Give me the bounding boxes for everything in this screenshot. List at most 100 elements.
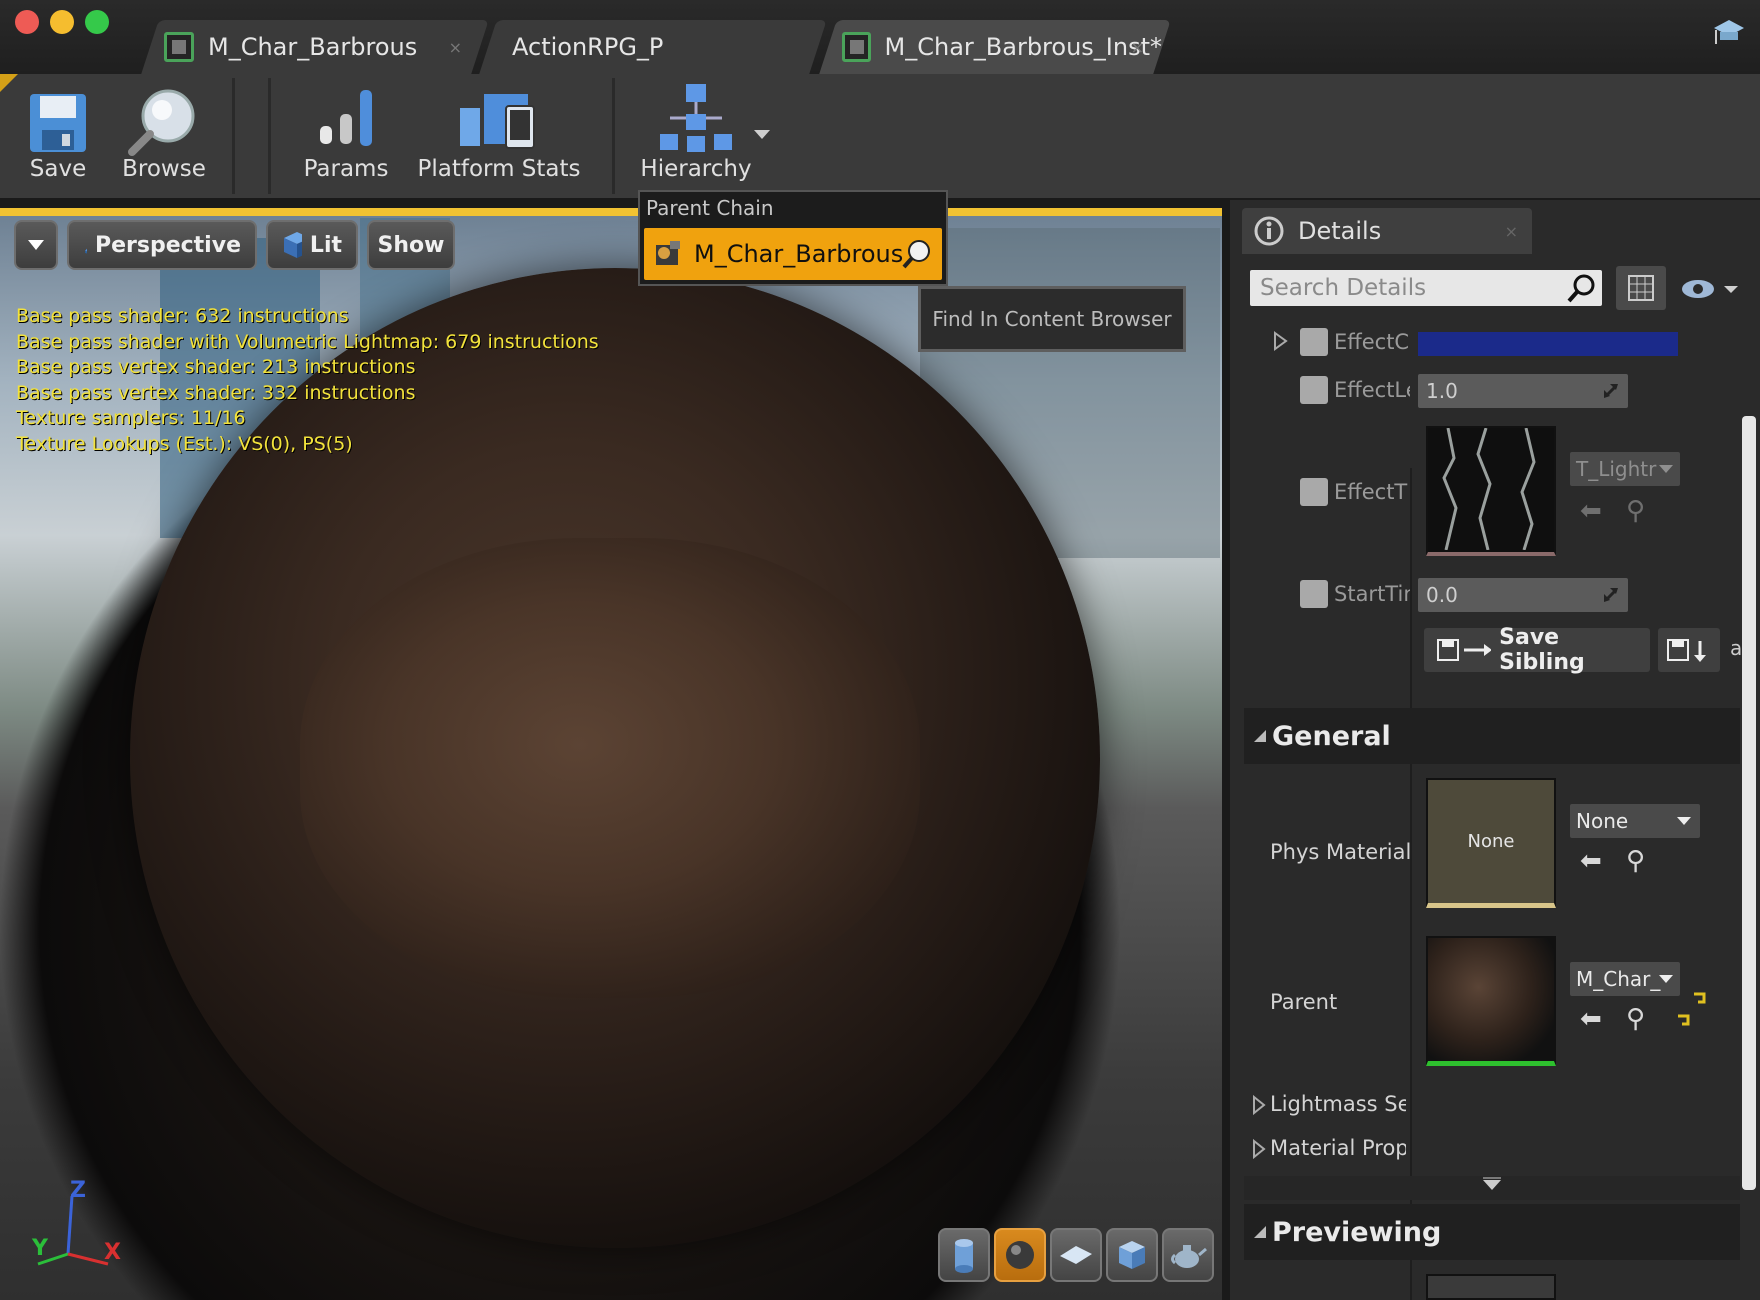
save-sibling-label: Save Sibling [1499,625,1585,675]
plane-icon [1060,1246,1092,1264]
lightmass-settings-label: Lightmass Se [1270,1092,1406,1116]
parent-combo[interactable]: M_Char_ [1570,962,1680,996]
parent-chain-popup: Parent Chain M_Char_Barbrous [638,190,948,286]
resize-arrows-icon [1604,588,1618,602]
cylinder-icon [955,1239,973,1273]
learn-icon[interactable] [1712,16,1746,50]
phys-material-thumbnail[interactable]: None [1426,778,1556,908]
axis-z-label: Z [70,1178,86,1203]
reset-to-default-icon[interactable] [1690,990,1708,1008]
chevron-down-icon [1659,975,1673,983]
tab-m-char-barbrous-inst[interactable]: M_Char_Barbrous_Inst* × [819,20,1171,74]
browse-button[interactable]: Browse [104,80,224,192]
browse-search-icon[interactable]: ⚲ [1626,1004,1645,1034]
expand-arrow-icon[interactable] [1252,1094,1266,1116]
details-tab[interactable]: Details × [1242,208,1532,254]
shader-stats: Base pass shader: 632 instructions Base … [16,304,599,457]
platform-stats-button[interactable]: Platform Stats [414,80,584,192]
start-time-input[interactable]: 0.0 [1418,578,1628,612]
save-child-button[interactable] [1658,628,1720,672]
parent-material-thumbnail[interactable] [1426,936,1556,1066]
tab-actionrpg-p[interactable]: ActionRPG_P [479,20,827,74]
show-label: Show [377,232,445,258]
minimize-window-button[interactable] [50,10,74,34]
tab-label: M_Char_Barbrous [208,33,418,61]
chevron-down-icon [1659,465,1673,473]
details-scrollbar[interactable] [1742,416,1756,1190]
chevron-down-icon [1677,817,1691,825]
chevron-down-icon[interactable] [752,128,772,142]
viewport-options-button[interactable] [14,220,58,270]
hierarchy-label: Hierarchy [640,156,752,182]
phys-material-combo[interactable]: None [1570,804,1700,838]
lit-cube-icon [284,232,302,258]
expand-arrow-icon[interactable] [1272,330,1288,352]
effect-length-override-checkbox[interactable] [1300,376,1328,404]
start-time-override-checkbox[interactable] [1300,580,1328,608]
preview-mesh-thumbnail[interactable] [1426,1274,1556,1300]
save-sibling-icon [1437,639,1492,661]
advanced-expander[interactable] [1244,1176,1740,1200]
lit-label: Lit [309,232,342,258]
use-selected-arrow-icon[interactable]: ⬅ [1580,496,1602,526]
browse-search-icon[interactable]: ⚲ [1626,496,1645,526]
material-preview-viewport[interactable]: Perspective Lit Show Base pass shader: 6… [0,208,1222,1300]
parent-chain-item[interactable]: M_Char_Barbrous [644,228,942,280]
search-placeholder: Search Details [1260,275,1427,301]
find-in-browser-icon[interactable] [900,237,934,271]
search-details-input[interactable]: Search Details [1250,270,1602,306]
preview-cylinder-button[interactable] [938,1228,990,1282]
reset-to-default-icon[interactable] [1674,1012,1692,1030]
preview-cube-button[interactable] [1106,1228,1158,1282]
save-sibling-button[interactable]: Save Sibling [1424,625,1650,675]
lit-button[interactable]: Lit [266,220,358,270]
stat-line: Base pass shader with Volumetric Lightma… [16,330,599,353]
effect-texture-override-checkbox[interactable] [1300,478,1328,506]
chevron-down-icon [1483,1177,1501,1190]
browse-search-icon[interactable]: ⚲ [1626,846,1645,876]
effect-color-swatch[interactable] [1418,332,1678,356]
grid-icon [1628,275,1654,301]
material-icon [164,32,194,62]
tab-close-icon[interactable]: × [449,38,462,57]
tab-close-icon[interactable]: × [1131,38,1144,57]
effect-length-input[interactable]: 1.0 [1418,374,1628,408]
tab-m-char-barbrous[interactable]: M_Char_Barbrous × [141,20,489,74]
preview-teapot-button[interactable] [1162,1228,1214,1282]
stat-line: Base pass vertex shader: 213 instruction… [16,356,416,378]
effect-texture-combo[interactable]: T_Lightr [1570,452,1680,486]
chevron-down-icon [28,240,44,250]
material-instance-icon [842,32,871,62]
magnifier-icon [128,89,195,156]
perspective-button[interactable]: Perspective [67,220,257,270]
close-icon[interactable]: × [1505,222,1518,241]
collapse-triangle-icon [1254,1226,1266,1238]
visibility-eye-icon[interactable] [1680,274,1746,304]
maximize-window-button[interactable] [85,10,109,34]
preview-sphere-button[interactable] [994,1228,1046,1282]
hierarchy-button[interactable]: Hierarchy [634,80,758,192]
effect-color-override-checkbox[interactable] [1300,328,1328,356]
params-button[interactable]: Params [296,80,396,192]
tab-label: ActionRPG_P [512,33,664,61]
params-icon [320,90,372,146]
parent-value: M_Char_ [1576,967,1661,991]
save-label: Save [29,156,87,182]
previewing-section-header[interactable]: Previewing [1244,1204,1740,1260]
corner-marker-icon [0,74,18,92]
close-window-button[interactable] [15,10,39,34]
material-asset-icon [656,241,680,265]
teapot-icon [1171,1245,1207,1268]
toolbar-separator [232,78,235,194]
general-section-header[interactable]: General [1244,708,1740,764]
tab-label: M_Char_Barbrous_Inst* [884,33,1162,61]
expand-arrow-icon[interactable] [1252,1138,1266,1160]
property-matrix-button[interactable] [1616,266,1666,310]
save-button[interactable]: Save [18,80,98,192]
use-selected-arrow-icon[interactable]: ⬅ [1580,846,1602,876]
effect-texture-thumbnail[interactable] [1426,426,1556,556]
preview-plane-button[interactable] [1050,1228,1102,1282]
show-button[interactable]: Show [367,220,455,270]
general-section-title: General [1272,720,1391,752]
use-selected-arrow-icon[interactable]: ⬅ [1580,1004,1602,1034]
